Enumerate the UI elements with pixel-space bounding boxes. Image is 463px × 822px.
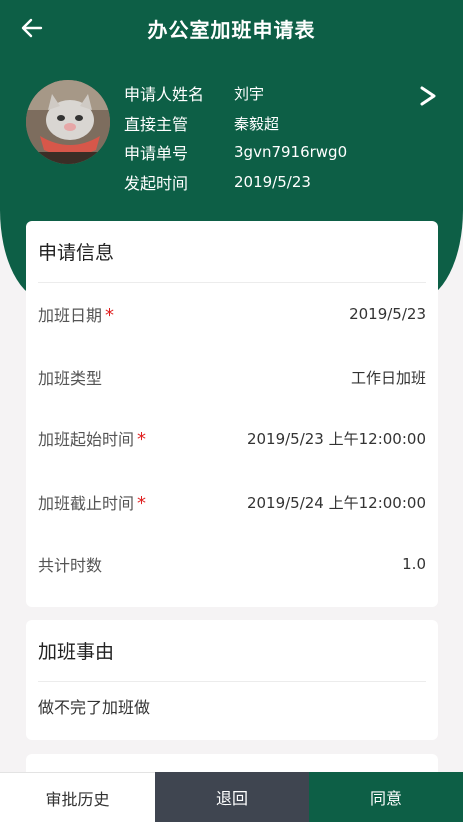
return-button[interactable]: 退回	[155, 772, 309, 822]
field-total-hours: 共计时数 1.0	[38, 555, 426, 575]
reason-card: 加班事由 做不完了加班做	[26, 620, 438, 740]
info-row-name: 申请人姓名 刘宇	[124, 84, 265, 105]
cat-avatar-icon	[26, 80, 110, 164]
card-title: 加班事由	[38, 620, 426, 682]
detail-arrow-button[interactable]	[417, 84, 439, 108]
application-info-card: 申请信息 加班日期 * 2019/5/23 加班类型 工作日加班 加班起始时间 * …	[26, 221, 438, 607]
info-row-order-no: 申请单号 3gvn7916rwg0	[124, 143, 348, 163]
field-overtime-date[interactable]: 加班日期 * 2019/5/23	[38, 299, 426, 329]
chevron-right-icon	[420, 86, 436, 106]
field-overtime-type[interactable]: 加班类型 工作日加班	[38, 362, 426, 392]
field-overtime-start[interactable]: 加班起始时间 * 2019/5/23 上午12:00:00	[38, 423, 426, 453]
required-marker: *	[137, 493, 147, 514]
reason-text: 做不完了加班做	[38, 698, 151, 717]
page-title: 办公室加班申请表	[147, 17, 316, 42]
top-bar: 办公室加班申请表	[0, 0, 463, 56]
field-overtime-end[interactable]: 加班截止时间 * 2019/5/24 上午12:00:00	[38, 487, 426, 517]
avatar	[26, 80, 110, 164]
back-button[interactable]	[16, 12, 48, 44]
approval-history-button[interactable]: 审批历史	[0, 772, 155, 822]
info-row-start-time: 发起时间 2019/5/23	[124, 173, 311, 193]
card-title: 申请信息	[38, 221, 426, 283]
required-marker: *	[105, 305, 115, 326]
info-row-supervisor: 直接主管 秦毅超	[124, 114, 280, 135]
back-arrow-icon	[21, 18, 43, 38]
bottom-action-bar: 审批历史 退回 同意	[0, 772, 463, 822]
applicant-profile: 申请人姓名 刘宇 直接主管 秦毅超 申请单号 3gvn7916rwg0 发起时间…	[0, 70, 463, 200]
agree-button[interactable]: 同意	[309, 772, 463, 822]
required-marker: *	[137, 429, 147, 450]
